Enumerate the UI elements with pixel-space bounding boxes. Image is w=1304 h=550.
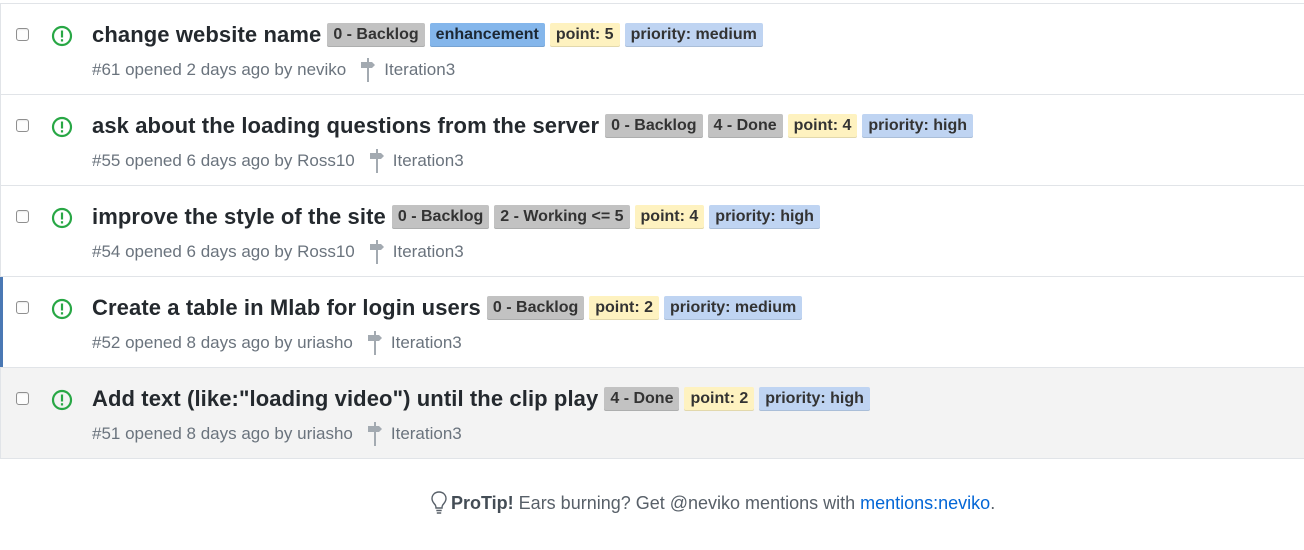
select-checkbox[interactable] xyxy=(16,301,29,314)
issue-row[interactable]: change website name 0 - Backlog enhancem… xyxy=(1,4,1304,95)
issue-row[interactable]: ask about the loading questions from the… xyxy=(1,95,1304,186)
issue-meta: #51 opened 8 days ago by uriasho xyxy=(92,424,353,443)
open-issue-icon xyxy=(51,207,73,229)
issue-meta: #61 opened 2 days ago by neviko xyxy=(92,60,347,79)
issue-row[interactable]: Add text (like:"loading video") until th… xyxy=(1,368,1304,459)
label-enhancement[interactable]: enhancement xyxy=(429,23,545,47)
milestone-name: Iteration3 xyxy=(384,60,456,79)
milestone-link[interactable]: Iteration3 xyxy=(367,422,462,446)
issue-title-link[interactable]: Create a table in Mlab for login users xyxy=(92,295,481,321)
protip-text: Ears burning? Get @neviko mentions with xyxy=(518,492,856,513)
label-point[interactable]: point: 4 xyxy=(634,205,705,229)
label-priority[interactable]: priority: high xyxy=(862,114,974,138)
label-backlog[interactable]: 0 - Backlog xyxy=(327,23,425,47)
protip: ProTip! Ears burning? Get @neviko mentio… xyxy=(430,490,995,516)
open-issue-icon xyxy=(51,25,73,47)
open-issue-icon xyxy=(51,116,73,138)
label-point[interactable]: point: 5 xyxy=(549,23,620,47)
issue-row[interactable]: Create a table in Mlab for login users 0… xyxy=(0,277,1304,368)
milestone-name: Iteration3 xyxy=(392,151,464,170)
milestone-link[interactable]: Iteration3 xyxy=(360,58,455,82)
label-done[interactable]: 4 - Done xyxy=(707,114,783,138)
issue-row[interactable]: improve the style of the site 0 - Backlo… xyxy=(1,186,1304,277)
milestone-icon xyxy=(369,240,384,264)
issue-title-link[interactable]: ask about the loading questions from the… xyxy=(92,113,599,139)
milestone-name: Iteration3 xyxy=(390,424,462,443)
milestone-link[interactable]: Iteration3 xyxy=(369,149,464,173)
mentions-link[interactable]: mentions:neviko xyxy=(860,493,990,514)
open-issue-icon xyxy=(51,389,73,411)
label-priority[interactable]: priority: medium xyxy=(664,296,803,320)
lightbulb-icon xyxy=(431,491,447,514)
select-checkbox[interactable] xyxy=(16,210,29,223)
protip-end: . xyxy=(990,492,996,513)
milestone-icon xyxy=(369,149,384,173)
issue-title-link[interactable]: improve the style of the site xyxy=(92,204,386,230)
issue-list: change website name 0 - Backlog enhancem… xyxy=(0,3,1304,459)
label-backlog[interactable]: 0 - Backlog xyxy=(605,114,703,138)
issue-title-link[interactable]: change website name xyxy=(92,22,321,48)
issue-title-link[interactable]: Add text (like:"loading video") until th… xyxy=(92,386,598,412)
label-priority[interactable]: priority: high xyxy=(709,205,820,229)
label-point[interactable]: point: 4 xyxy=(787,114,858,138)
select-checkbox[interactable] xyxy=(16,28,29,41)
label-point[interactable]: point: 2 xyxy=(684,387,755,411)
milestone-icon xyxy=(367,422,382,446)
milestone-link[interactable]: Iteration3 xyxy=(367,331,462,355)
label-working[interactable]: 2 - Working <= 5 xyxy=(494,205,630,229)
milestone-icon xyxy=(361,58,376,82)
milestone-name: Iteration3 xyxy=(390,333,462,352)
select-checkbox[interactable] xyxy=(16,392,29,405)
milestone-link[interactable]: Iteration3 xyxy=(369,240,464,264)
label-point[interactable]: point: 2 xyxy=(589,296,660,320)
select-checkbox[interactable] xyxy=(16,119,29,132)
milestone-icon xyxy=(367,331,382,355)
issue-meta: #52 opened 8 days ago by uriasho xyxy=(92,333,353,352)
label-backlog[interactable]: 0 - Backlog xyxy=(391,205,490,229)
label-priority[interactable]: priority: medium xyxy=(624,23,763,47)
issue-meta: #55 opened 6 days ago by Ross10 xyxy=(92,151,355,170)
issue-meta: #54 opened 6 days ago by Ross10 xyxy=(92,242,355,261)
label-done[interactable]: 4 - Done xyxy=(604,387,680,411)
label-priority[interactable]: priority: high xyxy=(759,387,870,411)
open-issue-icon xyxy=(51,298,73,320)
label-backlog[interactable]: 0 - Backlog xyxy=(486,296,585,320)
protip-label: ProTip! xyxy=(451,492,514,513)
milestone-name: Iteration3 xyxy=(392,242,464,261)
